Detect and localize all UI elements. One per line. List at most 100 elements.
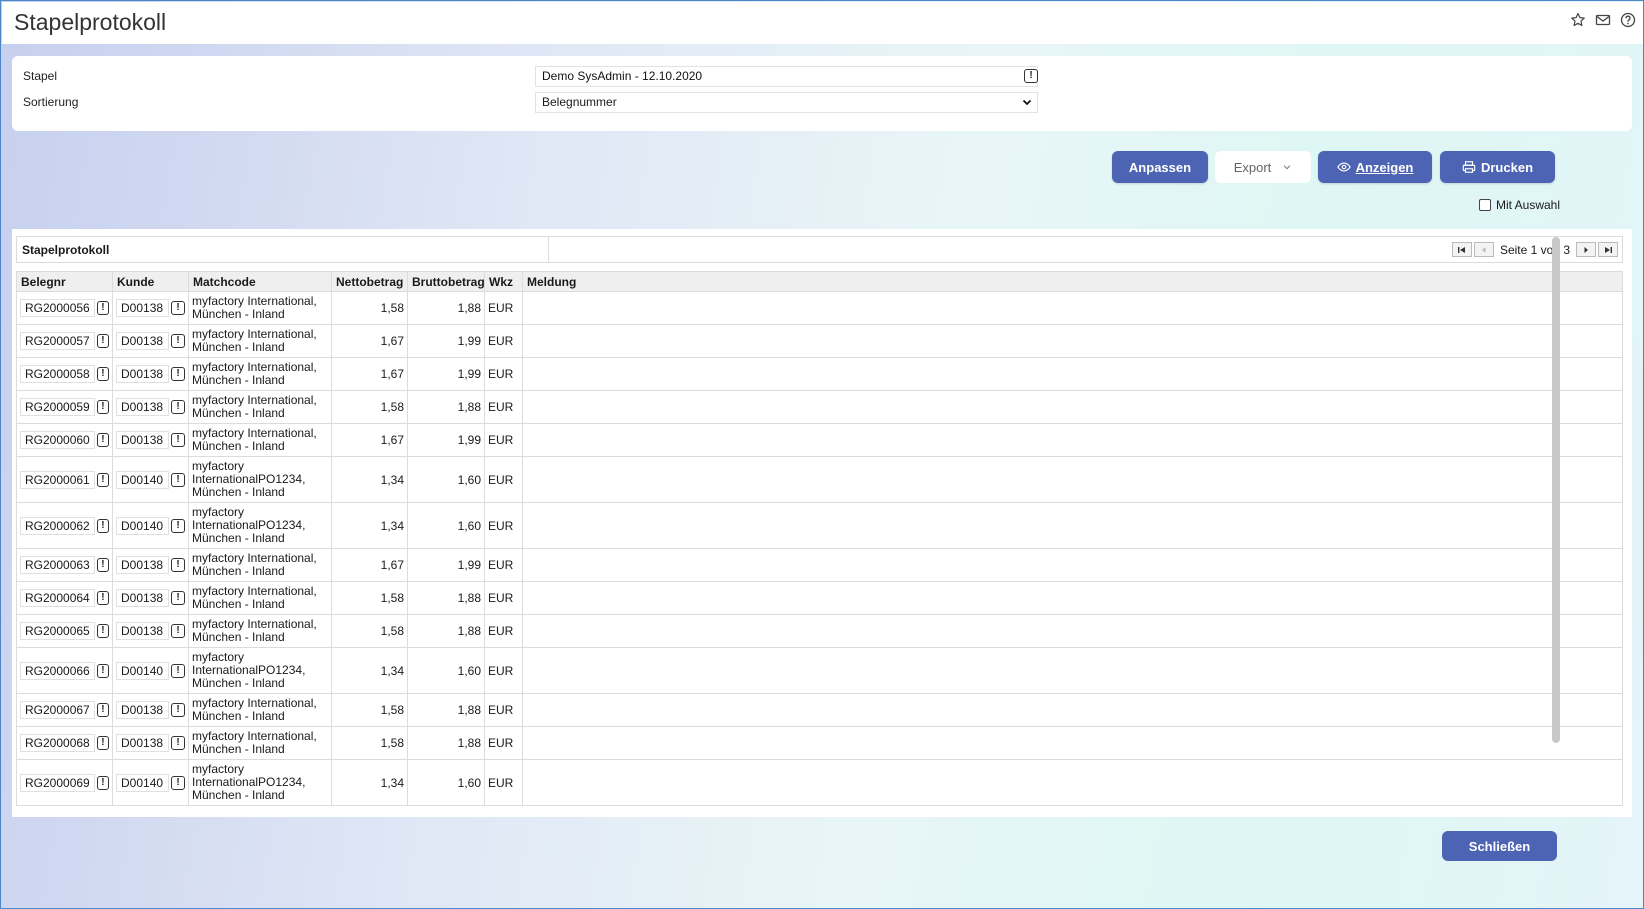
titlebar-icons [1570, 12, 1636, 28]
kunde-field[interactable]: D00140 [116, 773, 169, 792]
belegnr-field[interactable]: RG2000065 [20, 622, 95, 640]
belegnr-info-icon[interactable]: ! [96, 400, 109, 414]
belegnr-field[interactable]: RG2000059 [20, 398, 95, 416]
belegnr-info-icon[interactable]: ! [96, 736, 109, 750]
table-row[interactable]: RG2000062! D00140! myfactory International… [16, 502, 1623, 549]
kunde-field[interactable]: D00140 [116, 661, 169, 680]
star-icon[interactable] [1570, 12, 1586, 28]
prev-page-button[interactable] [1473, 242, 1494, 257]
belegnr-info-icon[interactable]: ! [96, 591, 109, 605]
table-row[interactable]: RG2000066! D00140! myfactory International… [16, 647, 1623, 694]
drucken-button[interactable]: Drucken [1440, 151, 1555, 183]
kunde-info-icon[interactable]: ! [171, 400, 185, 414]
belegnr-field[interactable]: RG2000056 [20, 299, 95, 317]
kunde-field[interactable]: D00138 [116, 589, 169, 607]
kunde-info-icon[interactable]: ! [171, 591, 185, 605]
belegnr-info-icon[interactable]: ! [96, 367, 109, 381]
mit-auswahl-option[interactable]: Mit Auswahl [1479, 198, 1560, 212]
kunde-info-icon[interactable]: ! [171, 367, 185, 381]
kunde-field[interactable]: D00138 [116, 332, 169, 350]
kunde-info-icon[interactable]: ! [171, 472, 185, 487]
last-page-button[interactable] [1598, 242, 1618, 257]
belegnr-info-icon[interactable]: ! [96, 558, 109, 572]
belegnr-field[interactable]: RG2000062 [20, 516, 95, 535]
help-icon[interactable] [1620, 12, 1636, 28]
kunde-field[interactable]: D00138 [116, 734, 169, 752]
table-row[interactable]: RG2000069! D00140! myfactory International… [16, 759, 1623, 806]
kunde-info-icon[interactable]: ! [171, 334, 185, 348]
kunde-info-icon[interactable]: ! [171, 518, 185, 533]
table-row[interactable]: RG2000065! D00138! myfactory International… [16, 614, 1623, 648]
kunde-field[interactable]: D00140 [116, 470, 169, 489]
kunde-info-icon[interactable]: ! [171, 558, 185, 572]
kunde-field[interactable]: D00138 [116, 701, 169, 719]
kunde-info-icon[interactable]: ! [171, 624, 185, 638]
belegnr-field[interactable]: RG2000067 [20, 701, 95, 719]
kunde-info-icon[interactable]: ! [171, 663, 185, 678]
kunde-field[interactable]: D00140 [116, 516, 169, 535]
column-header-belegnr[interactable]: Belegnr [16, 271, 113, 292]
belegnr-field[interactable]: RG2000058 [20, 365, 95, 383]
table-row[interactable]: RG2000067! D00138! myfactory International… [16, 693, 1623, 727]
belegnr-field[interactable]: RG2000057 [20, 332, 95, 350]
table-row[interactable]: RG2000060! D00138! myfactory International… [16, 423, 1623, 457]
kunde-field[interactable]: D00138 [116, 365, 169, 383]
meldung-cell [522, 614, 1623, 648]
table-row[interactable]: RG2000057! D00138! myfactory International… [16, 324, 1623, 358]
kunde-field[interactable]: D00138 [116, 431, 169, 449]
first-page-button[interactable] [1451, 242, 1472, 257]
belegnr-info-icon[interactable]: ! [96, 334, 109, 348]
kunde-cell: D00138! [112, 726, 189, 760]
belegnr-field[interactable]: RG2000069 [20, 773, 95, 792]
table-row[interactable]: RG2000059! D00138! myfactory International… [16, 390, 1623, 424]
belegnr-info-icon[interactable]: ! [96, 775, 109, 790]
kunde-info-icon[interactable]: ! [171, 703, 185, 717]
belegnr-field[interactable]: RG2000061 [20, 470, 95, 489]
belegnr-field[interactable]: RG2000066 [20, 661, 95, 680]
close-button[interactable]: Schließen [1442, 831, 1557, 861]
kunde-field[interactable]: D00138 [116, 556, 169, 574]
stapel-field[interactable]: Demo SysAdmin - 12.10.2020 [535, 66, 1038, 87]
nettobetrag-cell: 1,34 [331, 502, 408, 549]
kunde-field[interactable]: D00138 [116, 299, 169, 317]
grid-scrollbar[interactable] [1552, 237, 1560, 743]
column-header-kunde[interactable]: Kunde [112, 271, 189, 292]
column-header-bruttobetrag[interactable]: Bruttobetrag [407, 271, 485, 292]
kunde-info-icon[interactable]: ! [171, 433, 185, 447]
stapel-info-icon[interactable]: ! [1024, 69, 1038, 83]
belegnr-field[interactable]: RG2000068 [20, 734, 95, 752]
kunde-field[interactable]: D00138 [116, 398, 169, 416]
belegnr-field[interactable]: RG2000063 [20, 556, 95, 574]
belegnr-info-icon[interactable]: ! [96, 433, 109, 447]
export-dropdown[interactable]: Export [1215, 151, 1311, 183]
kunde-info-icon[interactable]: ! [171, 736, 185, 750]
belegnr-field[interactable]: RG2000060 [20, 431, 95, 449]
table-row[interactable]: RG2000063! D00138! myfactory International… [16, 548, 1623, 582]
table-row[interactable]: RG2000064! D00138! myfactory International… [16, 581, 1623, 615]
kunde-info-icon[interactable]: ! [171, 301, 185, 315]
table-row[interactable]: RG2000068! D00138! myfactory International… [16, 726, 1623, 760]
belegnr-info-icon[interactable]: ! [96, 624, 109, 638]
belegnr-field[interactable]: RG2000064 [20, 589, 95, 607]
column-header-nettobetrag[interactable]: Nettobetrag [331, 271, 408, 292]
kunde-info-icon[interactable]: ! [171, 775, 185, 790]
belegnr-info-icon[interactable]: ! [96, 703, 109, 717]
belegnr-info-icon[interactable]: ! [96, 301, 109, 315]
table-row[interactable]: RG2000061! D00140! myfactory International… [16, 456, 1623, 503]
table-row[interactable]: RG2000058! D00138! myfactory International… [16, 357, 1623, 391]
column-header-matchcode[interactable]: Matchcode [188, 271, 332, 292]
mail-icon[interactable] [1595, 12, 1611, 28]
next-page-button[interactable] [1576, 242, 1596, 257]
belegnr-info-icon[interactable]: ! [96, 518, 109, 533]
anzeigen-button[interactable]: Anzeigen [1318, 151, 1432, 183]
column-header-meldung[interactable]: Meldung [522, 271, 1623, 292]
table-row[interactable]: RG2000056! D00138! myfactory International… [16, 291, 1623, 325]
mit-auswahl-checkbox[interactable] [1479, 199, 1491, 211]
column-header-wkz[interactable]: Wkz [484, 271, 523, 292]
belegnr-info-icon[interactable]: ! [96, 472, 109, 487]
sortierung-select[interactable]: Belegnummer [535, 92, 1038, 113]
belegnr-info-icon[interactable]: ! [96, 663, 109, 678]
wkz-cell: EUR [484, 324, 523, 358]
kunde-field[interactable]: D00138 [116, 622, 169, 640]
anpassen-button[interactable]: Anpassen [1112, 151, 1208, 183]
